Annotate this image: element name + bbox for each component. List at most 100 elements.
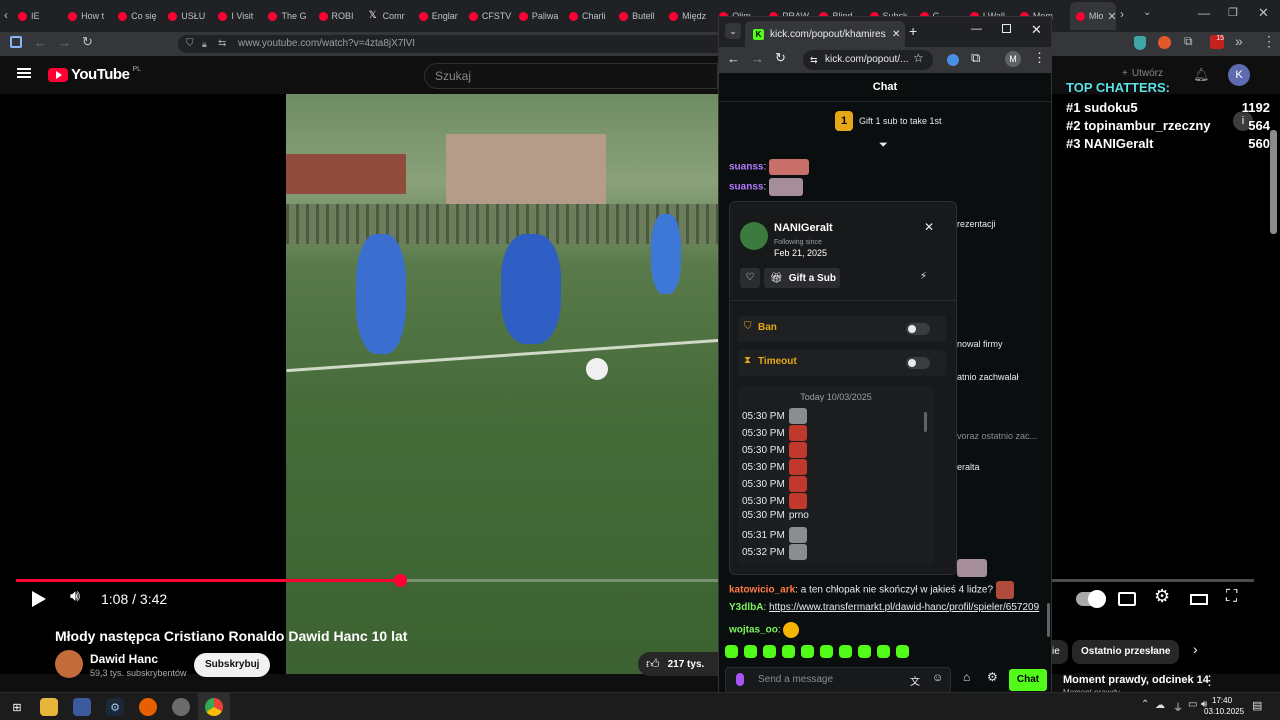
back-icon[interactable]: ← <box>34 35 47 50</box>
browser-tab[interactable]: Co się <box>118 6 164 26</box>
chat-scrollbar-thumb[interactable] <box>1047 603 1050 637</box>
message-input[interactable]: Send a message 文 ☺ <box>725 667 951 693</box>
browser-tab[interactable]: USŁU <box>168 6 214 26</box>
message-log[interactable]: Today 10/03/2025 05:30 PM 05:30 PM 05:30 P… <box>738 386 934 564</box>
settings-gear-icon[interactable]: ⚙ <box>1154 586 1170 607</box>
video-player[interactable]: 🔊︎ 1:08 / 3:42 ⚙ ⛶ <box>0 94 1280 674</box>
reload-icon[interactable]: ↻ <box>82 34 93 50</box>
chat-link[interactable]: https://www.transfermarkt.pl/dawid-hanc/… <box>769 602 1039 613</box>
store-icon[interactable]: ⌂ <box>963 670 970 684</box>
translate-icon[interactable]: 文 <box>910 673 920 688</box>
hamburger-menu-icon[interactable] <box>17 68 31 78</box>
emoji-picker-icon[interactable]: ☺ <box>932 672 943 684</box>
kick-site-settings-icon[interactable]: ⇆ <box>810 50 818 70</box>
pinned-filter-icon[interactable]: ⏷ <box>879 139 888 152</box>
app-icon-2[interactable] <box>172 698 190 716</box>
workspaces-icon[interactable] <box>10 36 22 48</box>
browser-tab[interactable]: The G <box>268 6 314 26</box>
clock-date[interactable]: 03.10.2025 <box>1204 707 1244 716</box>
quick-emote-icon[interactable] <box>763 645 776 658</box>
related-video-title[interactable]: Moment prawdy, odcinek 14 <box>1063 674 1209 686</box>
scrollbar-thumb[interactable] <box>1270 130 1277 234</box>
progress-scrubber[interactable] <box>393 574 407 587</box>
chat-username[interactable]: suanss <box>729 162 763 173</box>
forward-icon[interactable]: → <box>58 35 71 50</box>
subscribe-button[interactable]: Subskrybuj <box>194 653 271 677</box>
app-icon-1[interactable] <box>73 698 91 716</box>
gift-leaderboard-banner[interactable]: 1 Gift 1 sub to take 1st <box>835 111 942 131</box>
vpn-shield-icon[interactable] <box>1134 36 1146 50</box>
volume-icon[interactable]: 🔊︎ <box>70 588 80 606</box>
theater-mode-icon[interactable] <box>1190 594 1208 605</box>
quick-emote-icon[interactable] <box>725 645 738 658</box>
kick-profile-avatar[interactable]: M <box>1005 51 1021 67</box>
tab-scroll-right-icon[interactable]: › <box>1120 7 1124 21</box>
extension-fox-icon[interactable] <box>1158 36 1171 49</box>
kebab-menu-icon[interactable]: ⋮ <box>1262 33 1276 50</box>
restore-icon[interactable]: ❐ <box>1228 6 1238 19</box>
bookmark-star-icon[interactable]: ☆ <box>913 51 924 65</box>
quick-emote-icon[interactable] <box>858 645 871 658</box>
log-scrollbar-thumb[interactable] <box>924 412 927 432</box>
timeout-toggle[interactable] <box>906 357 930 369</box>
browser-tab[interactable]: IE <box>18 6 64 26</box>
tab-search-chevron-icon[interactable]: ⌄ <box>1143 7 1151 18</box>
browser-tab[interactable]: How t <box>68 6 114 26</box>
close-window-icon[interactable]: ✕ <box>1258 5 1269 21</box>
extensions-icon[interactable]: ⧉ <box>1184 34 1193 49</box>
tray-overflow-icon[interactable]: ⌃ <box>1141 699 1149 710</box>
user-avatar[interactable] <box>740 222 768 250</box>
related-more-icon[interactable]: ⋮ <box>1203 673 1216 689</box>
kick-reload-icon[interactable]: ↻ <box>775 50 786 66</box>
browser-tab[interactable]: Międz <box>669 6 715 26</box>
microphone-icon[interactable] <box>736 673 744 686</box>
account-avatar[interactable]: K <box>1228 64 1250 86</box>
user-card-options-icon[interactable]: ⚡︎ <box>920 271 927 282</box>
ban-toggle[interactable] <box>906 323 930 335</box>
user-card-close-icon[interactable]: ✕ <box>924 220 934 234</box>
create-button[interactable]: + Utwórz <box>1122 68 1163 79</box>
quick-emote-icon[interactable] <box>820 645 833 658</box>
chat-username[interactable]: wojtas_oo <box>729 625 778 636</box>
notifications-bell-icon[interactable]: 🔔︎ <box>1193 67 1210 83</box>
kick-close-icon[interactable]: ✕ <box>1031 22 1042 38</box>
chip-recently-uploaded[interactable]: Ostatnio przesłane <box>1072 640 1180 664</box>
chat-send-button[interactable]: Chat <box>1009 669 1047 691</box>
like-button[interactable]: 👍︎ 217 tys. <box>638 652 720 676</box>
chat-username[interactable]: suanss <box>729 182 763 193</box>
notifications-icon[interactable]: ▤ <box>1252 699 1262 712</box>
play-icon[interactable] <box>32 591 46 607</box>
search-input[interactable]: Szukaj <box>424 63 718 89</box>
chat-username[interactable]: Y3dlbA <box>729 602 763 613</box>
browser-tab[interactable]: Englar <box>418 6 465 26</box>
subtitles-icon[interactable] <box>1118 592 1136 606</box>
browser-tab[interactable]: Charli <box>569 6 615 26</box>
adblock-badge-icon[interactable]: 15 <box>1210 35 1224 49</box>
address-bar[interactable]: ⛉ 🔒︎ ⇆ www.youtube.com/watch?v=4zta8jX7l… <box>178 35 738 53</box>
chip-partial[interactable]: ie <box>1052 640 1068 664</box>
usb-icon[interactable]: ⏚ <box>1173 699 1183 714</box>
progress-track[interactable] <box>16 574 1254 587</box>
file-explorer-icon[interactable] <box>40 698 58 716</box>
quick-emote-icon[interactable] <box>801 645 814 658</box>
kick-back-icon[interactable]: ← <box>727 51 740 66</box>
network-icon[interactable]: ▭ <box>1188 699 1197 710</box>
browser-tab[interactable]: 𝕏 Comr <box>369 6 415 26</box>
start-windows-icon[interactable]: ⊞ <box>8 698 26 716</box>
gift-sub-button[interactable]: 🎁︎ Gift a Sub <box>764 268 840 288</box>
browser-tab[interactable]: Butell <box>619 6 665 26</box>
chat-username[interactable]: katowicio_ark <box>729 585 795 596</box>
quick-emote-icon[interactable] <box>896 645 909 658</box>
quick-emote-icon[interactable] <box>782 645 795 658</box>
kick-active-tab[interactable]: K kick.com/popout/khamires/cha ✕ <box>745 21 905 47</box>
quick-emote-icon[interactable] <box>877 645 890 658</box>
kick-minimize-icon[interactable]: — <box>971 23 982 35</box>
kick-extensions-icon[interactable]: ⧉ <box>971 50 980 66</box>
kick-extension-icon[interactable] <box>947 54 959 66</box>
browser-tab[interactable]: I Visit <box>218 6 264 26</box>
tab-scroll-left-icon[interactable]: ‹ <box>4 8 8 22</box>
steam-icon[interactable]: ⚙ <box>106 698 124 716</box>
site-settings-icon[interactable]: ⇆ <box>218 35 226 53</box>
kick-maximize-icon[interactable] <box>1002 24 1011 33</box>
chrome-icon[interactable] <box>205 698 223 716</box>
